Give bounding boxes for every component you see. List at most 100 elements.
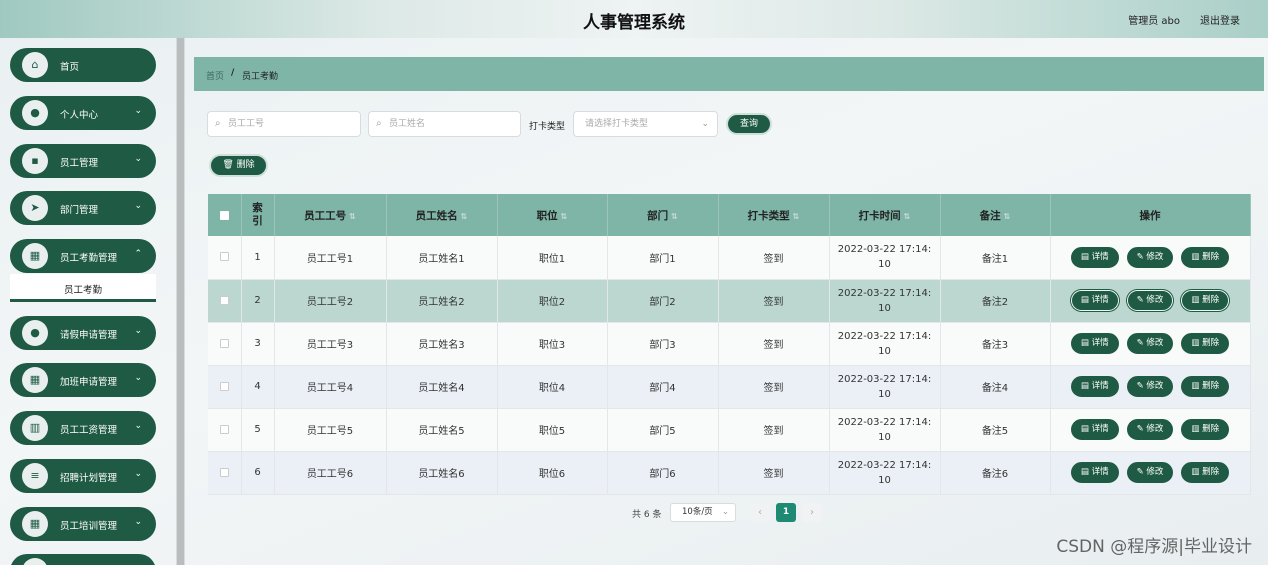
sidebar-item-partial[interactable]	[10, 554, 156, 565]
sidebar-item-home[interactable]: ⌂ 首页	[10, 48, 156, 82]
sort-icon[interactable]: ⇅	[561, 212, 568, 221]
position-cell: 职位4	[497, 365, 608, 409]
logout-link[interactable]: 退出登录	[1200, 12, 1240, 27]
index-cell: 4	[241, 365, 275, 409]
detail-button[interactable]: ▤ 详情	[1070, 462, 1119, 483]
punch-type-cell: 签到	[718, 451, 830, 495]
sidebar-item-label: 员工考勤管理	[60, 253, 118, 264]
row-select-cell	[208, 365, 242, 409]
detail-button[interactable]: ▤ 详情	[1070, 246, 1119, 268]
attendance-table: 索引 员工工号 ⇅ 员工姓名 ⇅ 职位 ⇅ 部门 ⇅ 打卡类型 ⇅ 打卡时间 ⇅ 备注 ⇅ 操…	[208, 194, 1251, 495]
sort-icon[interactable]: ⇅	[671, 212, 678, 221]
delete-button[interactable]: ▥ 删除	[1181, 376, 1230, 397]
table-row[interactable]: 2 员工工号2 员工姓名2 职位2 部门2 签到 2022-03-22 17:14: 10 备注…	[208, 279, 1251, 323]
trash-icon: 🗑	[222, 160, 234, 170]
sidebar-item-department-mgmt[interactable]: ➤ 部门管理 ⌄	[10, 191, 156, 225]
submenu-item-attendance[interactable]: 员工考勤	[10, 274, 156, 302]
user-icon: ●	[22, 100, 48, 126]
delete-button[interactable]: ▥ 删除	[1181, 246, 1230, 268]
prev-page-button[interactable]: ‹	[750, 503, 770, 522]
column-header-position[interactable]: 职位 ⇅	[497, 194, 608, 236]
sidebar-item-salary-mgmt[interactable]: ▥ 员工工资管理 ⌄	[10, 411, 156, 445]
sidebar-item-training-mgmt[interactable]: ▦ 员工培训管理 ⌄	[10, 507, 156, 541]
table-row[interactable]: 6 员工工号6 员工姓名6 职位6 部门6 签到 2022-03-22 17:14: 10 备注…	[208, 451, 1251, 495]
column-header-punch-type[interactable]: 打卡类型 ⇅	[718, 194, 830, 236]
name-cell: 员工姓名3	[386, 322, 498, 366]
trash-icon: ▥	[1191, 338, 1203, 348]
sidebar-item-recruitment-mgmt[interactable]: ≡ 招聘计划管理 ⌄	[10, 459, 156, 493]
detail-button[interactable]: ▤ 详情	[1070, 333, 1119, 354]
sidebar-item-label: 请假申请管理	[60, 330, 118, 341]
column-header-punch-time[interactable]: 打卡时间 ⇅	[829, 194, 941, 236]
detail-button[interactable]: ▤ 详情	[1070, 419, 1119, 440]
sort-icon[interactable]: ⇅	[904, 212, 911, 221]
edit-button[interactable]: ✎ 修改	[1126, 246, 1174, 268]
sort-icon[interactable]: ⇅	[1004, 212, 1011, 221]
select-all-checkbox[interactable]	[219, 210, 229, 220]
punch-time-cell: 2022-03-22 17:14: 10	[829, 365, 941, 409]
sort-icon[interactable]: ⇅	[349, 212, 356, 221]
row-select-cell	[208, 408, 242, 452]
row-select-cell	[208, 451, 242, 495]
row-checkbox[interactable]	[219, 295, 229, 305]
department-cell: 部门5	[607, 408, 719, 452]
row-checkbox[interactable]	[219, 467, 229, 477]
column-header-remark[interactable]: 备注 ⇅	[940, 194, 1051, 236]
delete-button[interactable]: ▥ 删除	[1181, 290, 1230, 311]
row-checkbox[interactable]	[219, 381, 229, 391]
sidebar-item-personal-center[interactable]: ● 个人中心 ⌄	[10, 96, 156, 130]
detail-button[interactable]: ▤ 详情	[1070, 290, 1119, 311]
department-cell: 部门6	[607, 451, 719, 495]
edit-button[interactable]: ✎ 修改	[1126, 462, 1174, 483]
app-title: 人事管理系统	[583, 13, 685, 33]
grid-icon: ▦	[22, 243, 48, 269]
breadcrumb-home[interactable]: 首页	[206, 69, 224, 82]
department-cell: 部门1	[607, 236, 719, 280]
table-row[interactable]: 3 员工工号3 员工姓名3 职位3 部门3 签到 2022-03-22 17:14: 10 备注…	[208, 322, 1251, 366]
punch-type-label: 打卡类型	[529, 122, 566, 132]
row-checkbox[interactable]	[219, 252, 229, 262]
row-checkbox[interactable]	[219, 338, 229, 348]
delete-button[interactable]: ▥ 删除	[1181, 462, 1230, 483]
trash-icon: ▥	[1191, 295, 1203, 305]
next-page-button[interactable]: ›	[802, 503, 822, 522]
table-row[interactable]: 4 员工工号4 员工姓名4 职位4 部门4 签到 2022-03-22 17:14: 10 备注…	[208, 365, 1251, 409]
sidebar-item-label: 员工培训管理	[60, 521, 118, 532]
sidebar-scrollbar[interactable]	[176, 38, 185, 565]
name-cell: 员工姓名2	[386, 279, 498, 323]
table-header-row: 索引 员工工号 ⇅ 员工姓名 ⇅ 职位 ⇅ 部门 ⇅ 打卡类型 ⇅ 打卡时间 ⇅ 备注 ⇅ 操…	[208, 194, 1251, 236]
index-cell: 2	[241, 279, 275, 323]
table-row[interactable]: 5 员工工号5 员工姓名5 职位5 部门5 签到 2022-03-22 17:14: 10 备注…	[208, 408, 1251, 452]
page-size-select[interactable]: 10条/页 ⌄	[670, 503, 736, 522]
table-row[interactable]: 1 员工工号1 员工姓名1 职位1 部门1 签到 2022-03-22 17:14: 10 备注…	[208, 236, 1251, 280]
column-header-name[interactable]: 员工姓名 ⇅	[386, 194, 498, 236]
sidebar-item-employee-mgmt[interactable]: ▪ 员工管理 ⌄	[10, 144, 156, 178]
punch-type-select[interactable]: 请选择打卡类型 ⌄	[573, 111, 718, 137]
delete-button[interactable]: ▥ 删除	[1181, 333, 1230, 354]
row-checkbox[interactable]	[219, 424, 229, 434]
pencil-icon: ✎	[1136, 338, 1147, 348]
edit-button[interactable]: ✎ 修改	[1126, 419, 1174, 440]
detail-button[interactable]: ▤ 详情	[1070, 376, 1119, 397]
edit-button[interactable]: ✎ 修改	[1126, 290, 1174, 311]
scrollbar-thumb[interactable]	[177, 38, 184, 565]
sidebar-item-leave-mgmt[interactable]: ● 请假申请管理 ⌄	[10, 316, 156, 350]
select-all-cell	[208, 194, 242, 236]
punch-time-line-1: 2022-03-22 17:14:	[837, 287, 932, 299]
sort-icon[interactable]: ⇅	[793, 212, 800, 221]
employee-no-search-input[interactable]: ⌕ 员工工号	[207, 111, 361, 137]
sidebar-item-overtime-mgmt[interactable]: ▦ 加班申请管理 ⌄	[10, 363, 156, 397]
query-button[interactable]: 查询	[726, 113, 772, 135]
column-header-index[interactable]: 索引	[241, 194, 275, 236]
employee-name-search-input[interactable]: ⌕ 员工姓名	[368, 111, 521, 137]
delete-button[interactable]: ▥ 删除	[1181, 419, 1230, 440]
emp-no-cell: 员工工号6	[274, 451, 387, 495]
column-header-emp-no[interactable]: 员工工号 ⇅	[274, 194, 387, 236]
edit-button[interactable]: ✎ 修改	[1126, 333, 1174, 354]
batch-delete-button[interactable]: 🗑 删除	[209, 154, 268, 177]
edit-button[interactable]: ✎ 修改	[1126, 376, 1174, 397]
sidebar-item-attendance-mgmt[interactable]: ▦ 员工考勤管理 ⌃	[10, 239, 156, 273]
page-button-current[interactable]: 1	[776, 503, 796, 522]
column-header-department[interactable]: 部门 ⇅	[607, 194, 719, 236]
sort-icon[interactable]: ⇅	[461, 212, 468, 221]
